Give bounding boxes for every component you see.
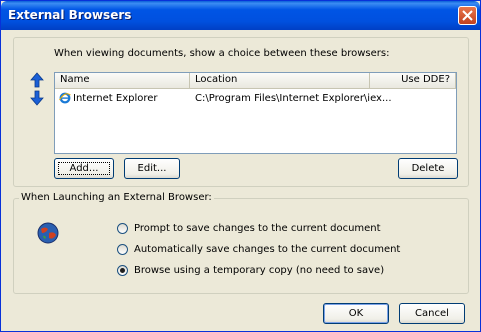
close-button[interactable] [458,6,477,25]
browsers-group: When viewing documents, show a choice be… [13,37,469,187]
move-down-button[interactable] [30,90,44,106]
close-icon [462,10,473,21]
browsers-prompt: When viewing documents, show a choice be… [54,48,390,59]
move-up-button[interactable] [30,72,44,88]
browsers-list[interactable]: Name Location Use DDE? Internet Explorer… [54,72,457,154]
launch-options-group: When Launching an External Browser: Prom… [13,192,469,294]
column-header-name[interactable]: Name [55,73,190,89]
globe-icon [37,222,59,244]
cancel-button[interactable]: Cancel [399,303,465,324]
title-bar[interactable]: External Browsers [1,1,480,30]
radio-label: Prompt to save changes to the current do… [134,223,381,234]
edit-button[interactable]: Edit... [124,158,180,179]
ok-button[interactable]: OK [323,303,389,324]
delete-button[interactable]: Delete [398,158,458,179]
add-button[interactable]: Add... [54,158,114,179]
row-name: Internet Explorer [73,93,158,104]
column-header-location[interactable]: Location [190,73,370,89]
column-header-use-dde[interactable]: Use DDE? [370,73,456,89]
window-title: External Browsers [8,8,132,22]
internet-explorer-icon [59,92,71,104]
radio-button[interactable] [117,223,128,234]
list-item[interactable]: Internet Explorer C:\Program Files\Inter… [55,91,456,107]
move-up-arrow-icon [30,72,44,88]
radio-button[interactable] [117,244,128,255]
row-location: C:\Program Files\Internet Explorer\iex..… [195,93,392,104]
radio-button[interactable] [117,265,128,276]
move-down-arrow-icon [30,90,44,106]
launch-options-legend: When Launching an External Browser: [19,192,214,203]
radio-label: Browse using a temporary copy (no need t… [134,265,385,276]
radio-label: Automatically save changes to the curren… [134,244,401,255]
external-browsers-dialog: External Browsers When viewing documents… [0,0,481,332]
list-header: Name Location Use DDE? [55,73,456,89]
